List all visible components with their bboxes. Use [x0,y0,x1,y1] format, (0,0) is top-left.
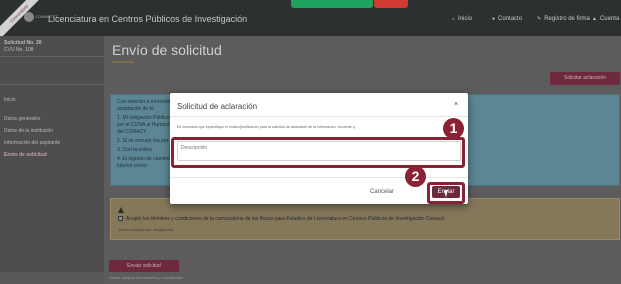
info-line: futuros convo [117,163,148,169]
sidebar-footer [0,272,104,284]
submit-application-button[interactable]: Enviar solicitud [109,260,179,272]
app-title: Licenciatura en Centros Públicos de Inve… [48,14,248,24]
home-icon: ⌂ [452,16,456,22]
sidebar-item-datos-generales[interactable]: Datos generales [4,116,40,122]
terms-panel: Acepto los términos y condiciones de la … [110,198,620,240]
title-underline [112,61,134,63]
status-chip-green [291,0,373,8]
convocatoria-ribbon: Convocatoria [0,0,46,41]
terms-label: Acepto los términos y condiciones de la … [126,216,445,222]
nav-contacto[interactable]: ● Contacto [492,16,522,22]
info-line: del CONACY [117,129,147,135]
sidebar-divider [0,56,104,57]
modal-title: Solicitud de aclaración [177,102,258,111]
status-chip-red [374,0,408,8]
nav-contacto-label: Contacto [498,16,523,22]
submit-note: Debes aceptar los términos y condiciones [109,275,184,280]
sidebar-item-inicio[interactable]: Inicio [4,97,16,103]
nav-registro-firma-label: Registro de firma [544,16,590,22]
warning-icon [118,207,124,213]
modal-help-text: Es necesario que especifique el motivo/j… [177,125,355,129]
terms-checkbox[interactable] [118,216,123,221]
info-line: aceptación de lo: [117,106,155,112]
top-navbar: Convocatoria CONAHCYT Licenciatura en Ce… [0,0,621,41]
nav-cuenta[interactable]: ▲ Cuenta [592,16,619,22]
cvu-number: CVU No. 108 [4,47,34,53]
solicitud-number: Solicitud No. 20 [4,40,42,46]
page-title: Envío de solicitud [112,42,222,58]
sidebar-item-envio-solicitud[interactable]: Envío de solicitud [4,152,47,158]
nav-inicio[interactable]: ⌂ Inicio [452,16,472,22]
info-line: 3. Con la entrec [117,147,153,153]
sidebar-divider [0,84,104,85]
request-clarification-button[interactable]: Solicitar aclaración [550,72,620,85]
sidebar-item-informacion-aspirante[interactable]: Información del aspirante [4,140,60,146]
modal-divider [170,116,468,117]
step-1-badge: 1 [443,118,464,139]
close-icon[interactable]: × [454,101,458,108]
logo-icon [24,12,34,22]
required-note: Estos campos son obligatorios [119,227,174,232]
pen-icon: ✎ [537,16,542,22]
highlight-textarea [171,137,465,168]
nav-cuenta-label: Cuenta [599,16,620,22]
nav-inicio-label: Inicio [458,16,473,22]
sidebar: Solicitud No. 20 CVU No. 108 Inicio Dato… [0,36,104,284]
chat-icon: ● [492,16,496,22]
step-2-badge: 2 [405,166,426,187]
sidebar-item-datos-institucion[interactable]: Datos de la institución [4,128,53,134]
cancel-button[interactable]: Cancelar [370,189,394,195]
user-icon: ▲ [592,16,597,22]
nav-registro-firma[interactable]: ✎ Registro de firma [537,16,590,22]
